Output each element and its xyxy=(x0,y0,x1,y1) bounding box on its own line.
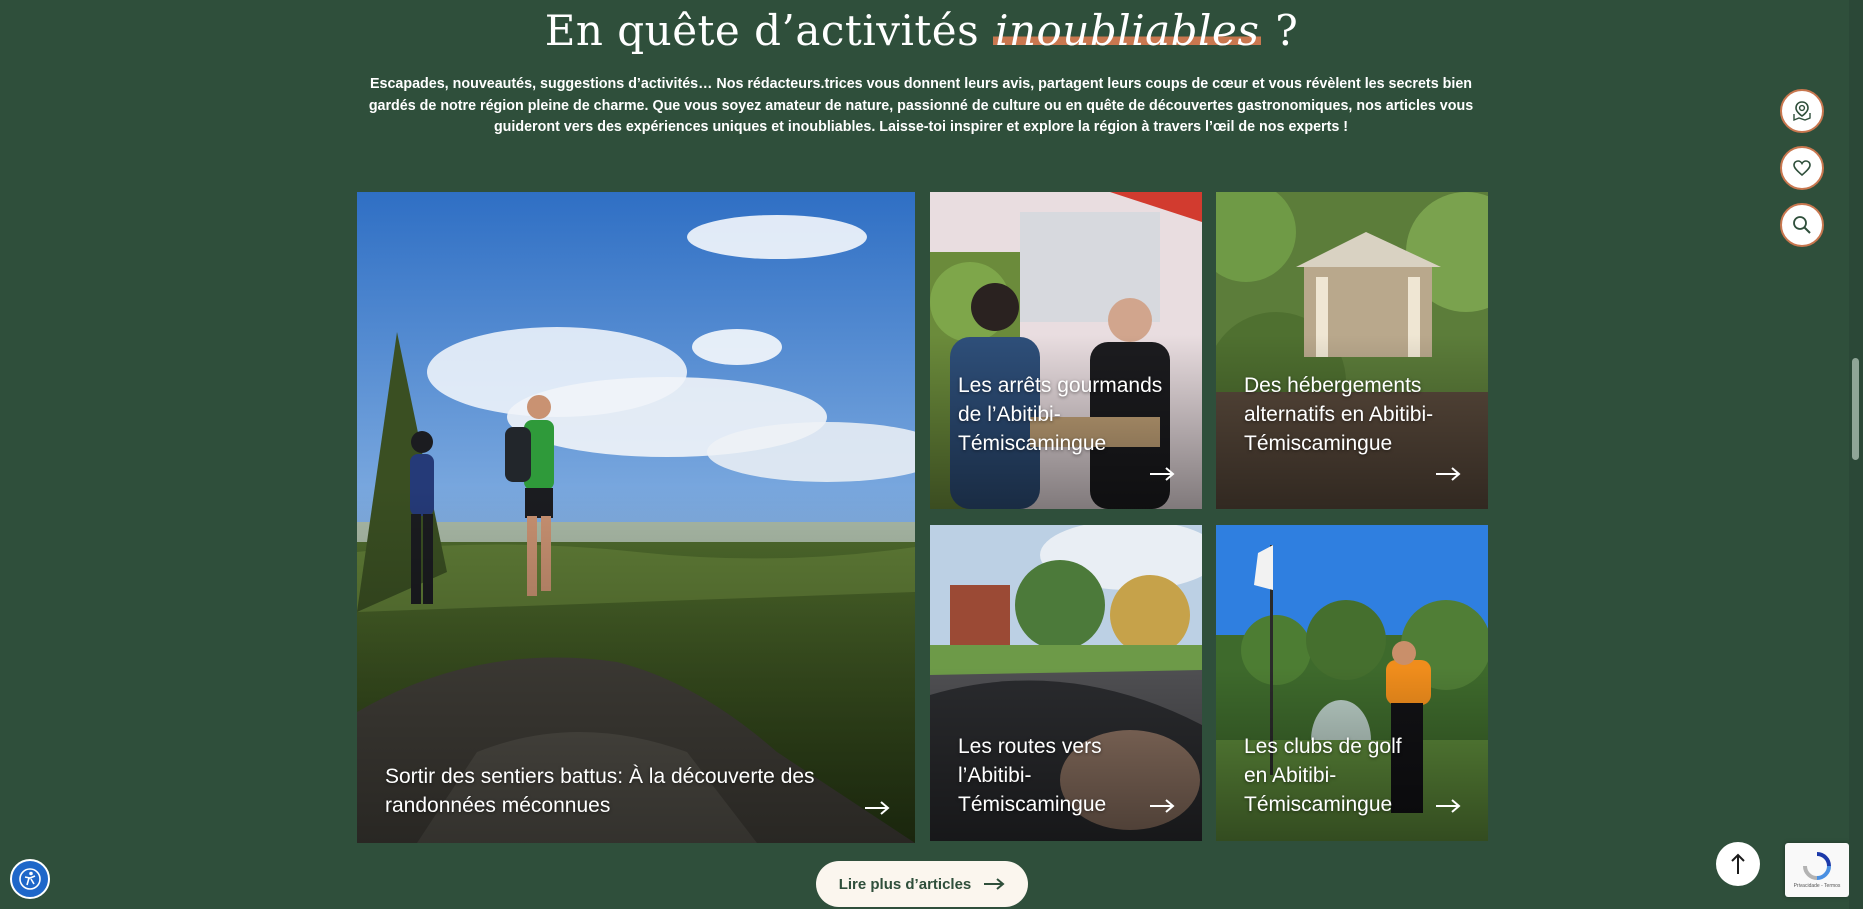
map-pin-icon xyxy=(1793,101,1811,122)
read-more-label: Lire plus d’articles xyxy=(838,875,972,893)
title-end: ? xyxy=(1275,6,1299,55)
arrow-up-icon xyxy=(1731,853,1745,874)
search-icon xyxy=(1793,216,1811,234)
article-card-golf[interactable]: Les clubs de golf en Abitibi-Témiscaming… xyxy=(1216,525,1488,841)
arrow-right-icon xyxy=(1436,799,1461,813)
arrow-right-icon xyxy=(1436,467,1461,481)
article-card-roads[interactable]: Les routes vers l’Abitibi-Témiscamingue xyxy=(930,525,1202,841)
accessibility-icon xyxy=(19,868,41,890)
article-title: Les arrêts gourmands de l’Abitibi-Témisc… xyxy=(958,374,1163,455)
arrow-right-icon xyxy=(865,801,890,815)
title-text: En quête d’activités xyxy=(544,6,980,55)
arrow-right-icon xyxy=(1150,467,1175,481)
read-more-articles-button[interactable]: Lire plus d’articles xyxy=(816,861,1028,907)
recaptcha-links[interactable]: Privacidade - Termos xyxy=(1794,883,1841,889)
article-card-lodging[interactable]: Des hébergements alternatifs en Abitibi-… xyxy=(1216,192,1488,509)
title-accent: inoubliables xyxy=(993,6,1262,55)
back-to-top-button[interactable] xyxy=(1716,842,1760,886)
map-button[interactable] xyxy=(1780,89,1824,133)
article-title: Des hébergements alternatifs en Abitibi-… xyxy=(1244,374,1434,455)
favorites-button[interactable] xyxy=(1780,146,1824,190)
search-button[interactable] xyxy=(1780,203,1824,247)
article-card-hiking[interactable]: Sortir des sentiers battus: À la découve… xyxy=(357,192,915,843)
heart-icon xyxy=(1793,160,1811,177)
article-title: Les routes vers l’Abitibi-Témiscamingue xyxy=(958,735,1107,816)
accessibility-button[interactable] xyxy=(10,859,50,899)
section-title: En quête d’activités inoubliables ? xyxy=(0,6,1843,55)
recaptcha-badge[interactable]: Privacidade - Termos xyxy=(1785,843,1849,897)
article-title: Les clubs de golf en Abitibi-Témiscaming… xyxy=(1244,735,1402,816)
arrow-right-icon xyxy=(1150,799,1175,813)
article-card-food[interactable]: Les arrêts gourmands de l’Abitibi-Témisc… xyxy=(930,192,1202,509)
article-title: Sortir des sentiers battus: À la découve… xyxy=(385,765,815,817)
recaptcha-icon xyxy=(1803,852,1831,880)
scrollbar-thumb[interactable] xyxy=(1852,358,1859,460)
section-intro: Escapades, nouveautés, suggestions d’act… xyxy=(368,76,1474,135)
arrow-right-icon xyxy=(984,878,1005,890)
